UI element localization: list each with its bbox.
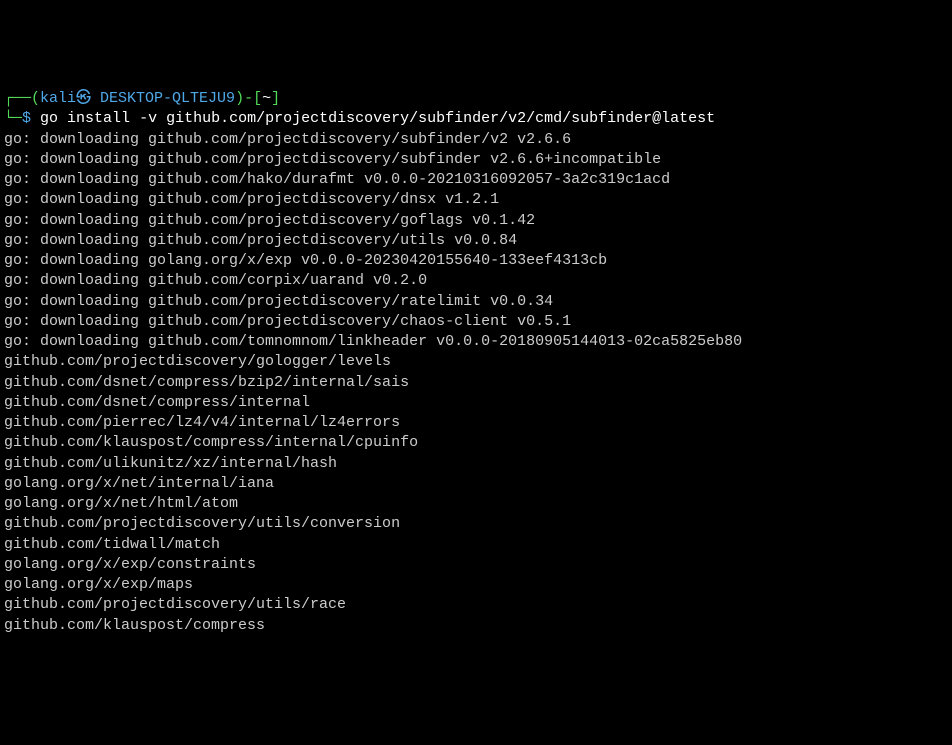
paren-close: ) <box>235 90 244 107</box>
output-line: github.com/projectdiscovery/gologger/lev… <box>4 352 948 372</box>
output-line: go: downloading golang.org/x/exp v0.0.0-… <box>4 251 948 271</box>
cwd-path: ~ <box>262 90 271 107</box>
prompt-symbol: $ <box>22 110 31 127</box>
paren-open: ( <box>31 90 40 107</box>
terminal-window[interactable]: ┌──(kali㉿ DESKTOP-QLTEJU9)-[~]└─$ go ins… <box>4 89 948 636</box>
command-input[interactable]: go install -v github.com/projectdiscover… <box>40 110 715 127</box>
output-line: go: downloading github.com/projectdiscov… <box>4 231 948 251</box>
output-line: github.com/tidwall/match <box>4 535 948 555</box>
output-line: go: downloading github.com/hako/durafmt … <box>4 170 948 190</box>
bracket-open: [ <box>253 90 262 107</box>
output-line: go: downloading github.com/tomnomnom/lin… <box>4 332 948 352</box>
output-line: golang.org/x/net/internal/iana <box>4 474 948 494</box>
output-line: go: downloading github.com/projectdiscov… <box>4 292 948 312</box>
output-line: github.com/pierrec/lz4/v4/internal/lz4er… <box>4 413 948 433</box>
output-line: github.com/dsnet/compress/internal <box>4 393 948 413</box>
output-line: go: downloading github.com/projectdiscov… <box>4 312 948 332</box>
output-line: github.com/ulikunitz/xz/internal/hash <box>4 454 948 474</box>
output-line: github.com/klauspost/compress/internal/c… <box>4 433 948 453</box>
prompt-line-1: ┌──(kali㉿ DESKTOP-QLTEJU9)-[~] <box>4 89 948 109</box>
output-line: go: downloading github.com/projectdiscov… <box>4 190 948 210</box>
dash: - <box>244 90 253 107</box>
output-line: github.com/dsnet/compress/bzip2/internal… <box>4 373 948 393</box>
output-line: golang.org/x/net/html/atom <box>4 494 948 514</box>
output-line: go: downloading github.com/corpix/uarand… <box>4 271 948 291</box>
output-line: github.com/projectdiscovery/utils/conver… <box>4 514 948 534</box>
output-line: github.com/klauspost/compress <box>4 616 948 636</box>
prompt-line-2: └─$ go install -v github.com/projectdisc… <box>4 109 948 129</box>
output-line: github.com/projectdiscovery/utils/race <box>4 595 948 615</box>
box-drawing-bottom: └─ <box>4 110 22 127</box>
bracket-close: ] <box>271 90 280 107</box>
output-line: golang.org/x/exp/maps <box>4 575 948 595</box>
output-line: go: downloading github.com/projectdiscov… <box>4 130 948 150</box>
output-line: go: downloading github.com/projectdiscov… <box>4 150 948 170</box>
output-line: golang.org/x/exp/constraints <box>4 555 948 575</box>
user-host: kali㉿ DESKTOP-QLTEJU9 <box>40 90 235 107</box>
output-line: go: downloading github.com/projectdiscov… <box>4 211 948 231</box>
box-drawing-top: ┌── <box>4 90 31 107</box>
terminal-output: go: downloading github.com/projectdiscov… <box>4 130 948 636</box>
